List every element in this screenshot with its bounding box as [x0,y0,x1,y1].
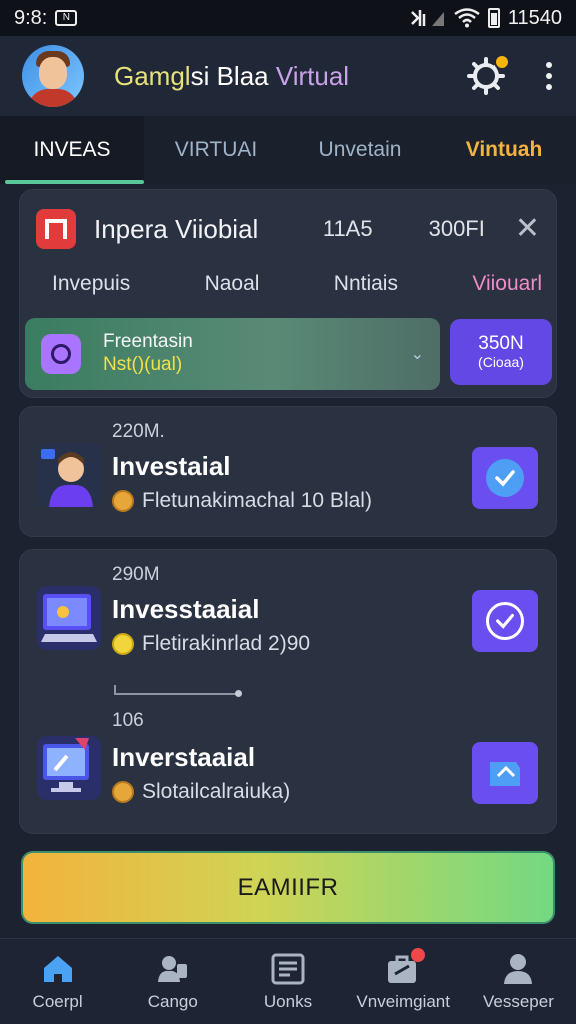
item-amount: 220M. [112,421,165,442]
tab-vintuah[interactable]: Vintuah [432,116,576,184]
briefcase-icon [385,947,426,986]
summary-labels: Invepuis Naoal Nntiais Viiouarl [52,272,542,296]
investment-card[interactable]: 290M Invesstaaial Fletirakinrlad 2)90 10… [19,549,557,834]
signal-icon [410,10,444,26]
item-title: Investaial [112,451,231,481]
summary-card: Inpera Viiobial 11A5 300FI ✕ Invepuis Na… [19,189,557,398]
checkbox-checked-outline[interactable] [472,590,538,652]
nav-label: Coerpl [32,991,83,1011]
item-subtitle: Fletirakinrlad 2)90 [142,632,311,655]
checkbox-checked[interactable] [472,447,538,509]
summary-label[interactable]: Naoal [205,272,260,296]
coin-icon [112,490,134,512]
progress-slider[interactable] [114,685,242,697]
app-bar: Gamglsi Blaa Virtual [0,36,576,116]
summary-value-1: 11A5 [322,216,373,241]
notification-dot [494,54,510,70]
promo-banner[interactable]: Freentasin Nst()(ual) ⌄ [25,318,440,390]
promo-subtitle: Nst()(ual) [103,354,183,375]
status-bar: 9:8: N 11540 [0,0,576,36]
search-icon [41,334,81,374]
item-subtitle: Fletunakimachal 10 Blal) [142,489,372,512]
nav-label: Vesseper [482,991,554,1011]
nfc-icon: N [55,10,78,26]
nav-item-cango[interactable]: Cango [115,939,230,1024]
item-title: Invesstaaial [112,594,260,624]
checkbox-pending[interactable] [472,742,538,804]
nav-label: Uonks [263,991,313,1011]
chevron-down-icon[interactable]: ⌄ [411,344,424,364]
status-right-text: 11540 [507,6,562,29]
tab-virtual[interactable]: VIRTUAI [144,116,288,184]
summary-title: Inpera Viiobial [94,213,259,244]
notification-badge [411,947,426,962]
coin-icon [112,633,134,655]
settings-gear-icon[interactable] [466,54,510,96]
tab-inveas[interactable]: INVEAS [0,116,144,184]
item-amount: 106 [112,710,144,731]
app-title: Gamglsi Blaa Virtual [114,60,350,91]
status-time: 9:8: [14,6,48,29]
nav-item-vesseper[interactable]: Vesseper [461,939,576,1024]
computer-screen-icon [37,586,101,650]
close-icon[interactable]: ✕ [515,214,540,244]
item-subtitle: Slotailcalraiuka) [142,780,291,803]
wifi-icon [454,8,480,28]
investor-avatar-icon [37,443,101,507]
tab-bar: INVEAS VIRTUAI Unvetain Vintuah [0,116,576,184]
item-subtitle-row: Fletunakimachal 10 Blal) [112,489,372,513]
item-amount: 290M [112,564,160,585]
promo-title: Freentasin [103,331,193,353]
brand-logo-icon [36,209,76,249]
bottom-nav: Coerpl Cango Uonks Vnveimgiant Vesseper [0,938,576,1024]
summary-label[interactable]: Invepuis [52,272,130,296]
nav-label: Vnveimgiant [356,991,450,1011]
more-options-icon[interactable] [544,62,554,90]
summary-label[interactable]: Nntiais [334,272,398,296]
summary-label[interactable]: Viiouarl [472,272,542,296]
primary-cta-button[interactable]: EAMIIFR [21,851,555,924]
promo-action-button[interactable]: 350N (Cioaa) [450,319,552,385]
item-subtitle-row: Fletirakinrlad 2)90 [112,632,310,656]
coin-icon [112,781,134,803]
summary-value-2: 300FI [428,216,485,241]
nav-item-uonks[interactable]: Uonks [230,939,345,1024]
battery-icon [487,8,500,28]
nav-item-home[interactable]: Coerpl [0,939,115,1024]
profile-icon [500,952,536,986]
nav-item-vnveimgiant[interactable]: Vnveimgiant [346,939,461,1024]
list-icon [270,952,306,986]
investment-card[interactable]: 220M. Investaial Fletunakimachal 10 Blal… [19,406,557,537]
nav-label: Cango [147,991,198,1011]
item-title: Inverstaaial [112,742,256,772]
avatar[interactable] [22,45,84,107]
tab-unvetain[interactable]: Unvetain [288,116,432,184]
item-subtitle-row: Slotailcalraiuka) [112,780,290,804]
people-icon [155,952,191,986]
home-icon [40,952,76,986]
monitor-icon [37,736,101,800]
